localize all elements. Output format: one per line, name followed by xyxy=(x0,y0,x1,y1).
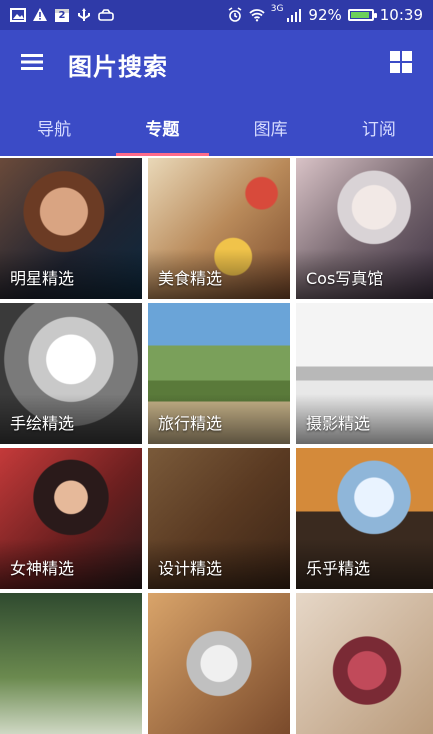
topic-tile-partial-3[interactable] xyxy=(296,593,433,734)
controller-icon xyxy=(98,7,114,23)
tile-label: 美食精选 xyxy=(158,269,223,288)
tab-bar: 导航 专题 图库 订阅 xyxy=(0,98,433,156)
tab-subscriptions[interactable]: 订阅 xyxy=(325,98,433,156)
battery-fill xyxy=(350,12,370,18)
topic-tile-travel[interactable]: 旅行精选 xyxy=(148,303,290,444)
calendar-day: 2 xyxy=(58,10,66,21)
hamburger-icon xyxy=(21,53,43,75)
wifi-icon xyxy=(249,7,265,23)
topic-tile-partial-1[interactable] xyxy=(0,593,142,734)
topic-tile-goddess[interactable]: 女神精选 xyxy=(0,448,142,589)
topic-tile-hand-drawn[interactable]: 手绘精选 xyxy=(0,303,142,444)
battery-icon xyxy=(347,9,377,21)
tile-label: 明星精选 xyxy=(10,269,75,288)
calendar-icon: 2 xyxy=(54,7,70,23)
usb-icon xyxy=(76,7,92,23)
grid-icon xyxy=(390,51,412,77)
tile-label: 女神精选 xyxy=(10,559,75,578)
network-type: 3G xyxy=(270,4,284,14)
tile-label: 乐乎精选 xyxy=(306,559,371,578)
tile-label: Cos写真馆 xyxy=(306,269,384,288)
status-left-icons: 2 xyxy=(10,7,114,23)
warning-icon xyxy=(32,7,48,23)
topic-tile-partial-2[interactable] xyxy=(148,593,290,734)
topic-tile-celebrities[interactable]: 明星精选 xyxy=(0,158,142,299)
tile-label: 摄影精选 xyxy=(306,414,371,433)
topic-tile-cos[interactable]: Cos写真馆 xyxy=(296,158,433,299)
page-title: 图片搜索 xyxy=(68,52,168,81)
topic-tile-lofter[interactable]: 乐乎精选 xyxy=(296,448,433,589)
topic-tile-design[interactable]: 设计精选 xyxy=(148,448,290,589)
app-bar: 图片搜索 xyxy=(0,30,433,98)
tab-navigation[interactable]: 导航 xyxy=(0,98,108,156)
signal-icon xyxy=(286,7,302,23)
topic-tile-photography[interactable]: 摄影精选 xyxy=(296,303,433,444)
tile-label: 手绘精选 xyxy=(10,414,75,433)
tile-label: 设计精选 xyxy=(158,559,223,578)
battery-percent: 92% xyxy=(308,6,342,24)
grid-view-button[interactable] xyxy=(387,50,415,78)
status-right-icons: 3G 92% 10:39 xyxy=(227,4,423,24)
clock: 10:39 xyxy=(379,6,423,24)
alarm-icon xyxy=(227,7,243,23)
topic-grid: 明星精选 美食精选 Cos写真馆 手绘精选 旅行精选 摄影精选 女神精选 设计精… xyxy=(0,158,433,734)
tab-gallery[interactable]: 图库 xyxy=(217,98,325,156)
topics-content: 明星精选 美食精选 Cos写真馆 手绘精选 旅行精选 摄影精选 女神精选 设计精… xyxy=(0,156,433,734)
menu-button[interactable] xyxy=(18,50,46,78)
status-bar: 2 3G 92% 10:39 xyxy=(0,0,433,30)
topic-tile-food[interactable]: 美食精选 xyxy=(148,158,290,299)
image-icon xyxy=(10,7,26,23)
tab-topics[interactable]: 专题 xyxy=(108,98,216,156)
tile-label: 旅行精选 xyxy=(158,414,223,433)
